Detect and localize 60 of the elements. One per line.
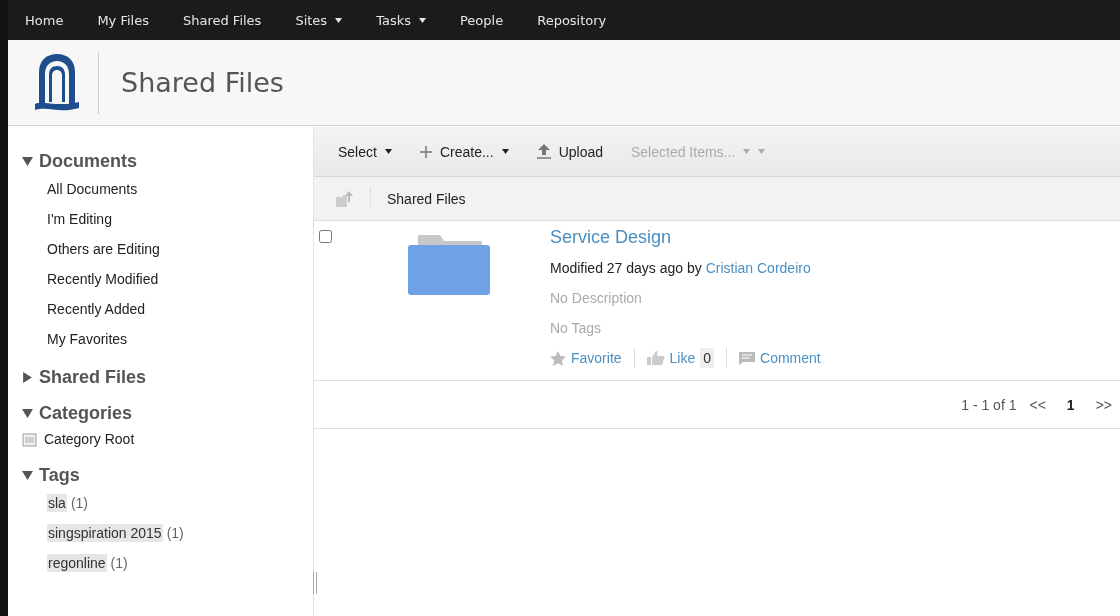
folder-name-link[interactable]: Service Design	[550, 227, 821, 253]
filter-link[interactable]: All Documents	[22, 174, 313, 204]
expanded-triangle-icon	[22, 469, 33, 481]
tag-count: (1)	[110, 555, 128, 571]
tag-link[interactable]: regonline	[47, 554, 107, 572]
upload-button[interactable]: Upload	[536, 143, 603, 160]
filter-link[interactable]: Recently Modified	[22, 264, 313, 294]
comment-link[interactable]: Comment	[739, 350, 821, 366]
resize-handle[interactable]	[313, 572, 317, 594]
author-link[interactable]: Cristian Cordeiro	[705, 260, 811, 276]
caret-icon	[501, 149, 509, 154]
filter-link[interactable]: Recently Added	[22, 294, 313, 324]
comment-icon	[739, 351, 756, 365]
caret-icon	[384, 149, 392, 154]
nav-link[interactable]: My Files	[97, 12, 163, 28]
plus-icon	[419, 145, 432, 158]
row-checkbox[interactable]	[319, 230, 332, 243]
caret-icon	[335, 17, 343, 23]
collapsed-triangle-icon	[22, 371, 33, 383]
nav-link[interactable]: Sites	[295, 12, 357, 28]
section-header[interactable]: Categories	[22, 400, 313, 426]
folder-up-icon[interactable]	[336, 190, 354, 207]
upload-icon	[536, 144, 551, 159]
page-range: 1 - 1 of 1	[961, 396, 1017, 413]
section-header[interactable]: Tags	[22, 462, 313, 488]
favorite-link[interactable]: Favorite	[550, 350, 622, 366]
expanded-triangle-icon	[22, 155, 33, 167]
star-icon	[550, 350, 566, 366]
expanded-triangle-icon	[22, 407, 33, 419]
page-title: Shared Files	[121, 67, 284, 98]
section-header[interactable]: Shared Files	[22, 364, 313, 390]
create-button[interactable]: Create...	[419, 143, 509, 160]
like-count: 0	[700, 348, 715, 368]
breadcrumb[interactable]: Shared Files	[387, 190, 466, 207]
nav-link[interactable]: Shared Files	[182, 12, 276, 28]
thumbs-up-icon	[646, 351, 665, 365]
filter-link[interactable]: I'm Editing	[22, 204, 313, 234]
section-header[interactable]: Documents	[22, 148, 313, 174]
filter-link[interactable]: My Favorites	[22, 324, 313, 354]
description-text: No Description	[550, 289, 643, 308]
next-page-link[interactable]: >>	[1095, 396, 1112, 413]
document-icon	[22, 431, 38, 447]
page-link[interactable]: 1	[1058, 396, 1083, 413]
tag-count: (1)	[70, 495, 89, 511]
tags-text: No Tags	[550, 319, 603, 338]
menu-button[interactable]: Select	[338, 143, 392, 160]
tag-count: (1)	[166, 525, 184, 541]
folder-icon	[408, 235, 490, 295]
nav-link[interactable]: People	[460, 12, 518, 28]
nav-link[interactable]: Home	[25, 12, 78, 28]
category-link[interactable]: Category Root	[22, 426, 313, 452]
modified-info: Modified 27 days ago by Cristian Cordeiro	[550, 259, 812, 278]
caret-icon	[419, 17, 426, 23]
nav-link[interactable]: Tasks	[376, 12, 440, 28]
tag-link[interactable]: sla	[47, 494, 67, 512]
previous-page-link[interactable]: <<	[1029, 396, 1046, 413]
nav-link[interactable]: Repository	[537, 12, 621, 28]
tag-link[interactable]: singspiration 2015	[47, 524, 163, 542]
like-link[interactable]: Like	[646, 350, 696, 366]
filter-link[interactable]: Others are Editing	[22, 234, 313, 264]
